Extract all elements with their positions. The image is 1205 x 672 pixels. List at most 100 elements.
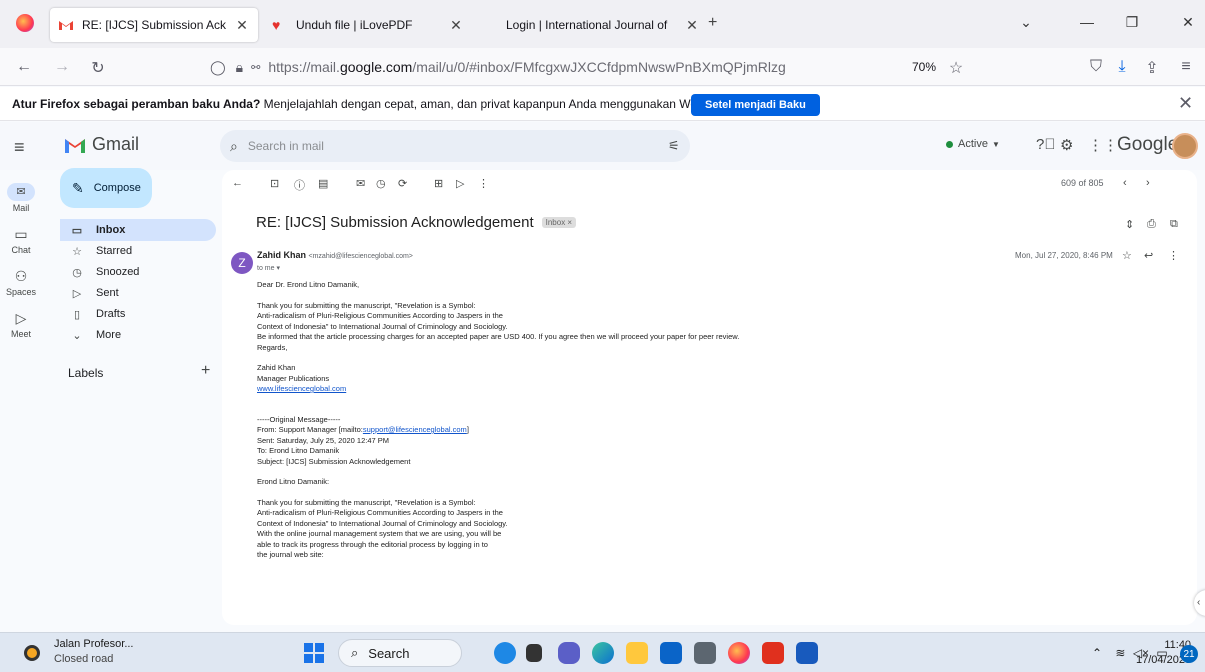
more-vert-icon[interactable]: ⋮ xyxy=(1168,249,1179,262)
sidebar-item-starred[interactable]: ☆ Starred xyxy=(60,240,216,262)
taskbar: Jalan Profesor... Closed road ⌕ Search ⌃… xyxy=(0,632,1205,672)
tab-title: Unduh file | iLovePDF xyxy=(296,18,413,32)
mark-unread-icon[interactable]: ✉ xyxy=(356,177,365,190)
report-spam-icon[interactable]: ⓘ xyxy=(294,177,305,193)
older-chevron-icon[interactable]: › xyxy=(1146,177,1150,189)
quoted-line: Subject: [IJCS] Submission Acknowledgeme… xyxy=(257,456,411,466)
wifi-icon[interactable]: ≋ xyxy=(1115,646,1125,660)
weather-alert-icon[interactable] xyxy=(24,645,40,661)
task-view-icon[interactable] xyxy=(526,644,542,662)
camera-icon[interactable] xyxy=(694,642,716,664)
more-options-icon[interactable]: ⋮ xyxy=(478,177,489,190)
shield-icon[interactable]: ◯ xyxy=(210,59,226,76)
website-link[interactable]: www.lifescienceglobal.com xyxy=(257,384,346,393)
sender-avatar[interactable]: Z xyxy=(231,252,253,274)
edge-icon[interactable] xyxy=(592,642,614,664)
pocket-icon[interactable]: ⛉ xyxy=(1086,58,1106,76)
bookmark-star-icon[interactable]: ☆ xyxy=(946,58,966,78)
notification-count-badge[interactable]: 21 xyxy=(1180,645,1198,663)
gmail-logo[interactable]: Gmail xyxy=(64,134,139,155)
rail-meet[interactable]: ▷ Meet xyxy=(0,310,42,339)
show-hidden-icons-chevron-icon[interactable]: ⌃ xyxy=(1092,646,1102,660)
expand-all-icon[interactable]: ⇕ xyxy=(1125,218,1134,231)
inbox-label-badge[interactable]: Inbox × xyxy=(541,217,577,228)
add-label-icon[interactable]: + xyxy=(201,362,210,380)
search-input[interactable]: ⌕ Search in mail xyxy=(220,130,690,162)
acrobat-icon[interactable] xyxy=(762,642,784,664)
close-tab-icon[interactable]: ✕ xyxy=(234,17,250,34)
sidebar-item-more[interactable]: ⌄ More xyxy=(60,324,216,346)
sidebar-item-sent[interactable]: ▷ Sent xyxy=(60,282,216,304)
apps-grid-icon[interactable]: ⋮⋮ xyxy=(1088,136,1118,154)
mail-app-icon[interactable] xyxy=(660,642,682,664)
close-tab-icon[interactable]: ✕ xyxy=(684,17,700,34)
compose-label: Compose xyxy=(93,182,141,194)
sidebar-item-drafts[interactable]: ▯ Drafts xyxy=(60,303,216,325)
status-indicator[interactable]: Active ▼ xyxy=(946,138,1000,150)
url-bar[interactable]: ◯ 🔒︎ ⚯ https://mail. google.com/mail/u/0/… xyxy=(210,53,960,81)
file-explorer-icon[interactable] xyxy=(626,642,648,664)
list-all-tabs-icon[interactable]: ⌄ xyxy=(1016,14,1036,31)
message-subject: RE: [IJCS] Submission Acknowledgement In… xyxy=(256,214,577,231)
sidebar-item-inbox[interactable]: ▭ Inbox xyxy=(60,219,216,241)
sender-name[interactable]: Zahid Khan xyxy=(257,250,306,260)
weather-widget[interactable]: Jalan Profesor... Closed road xyxy=(54,637,134,667)
star-icon[interactable]: ☆ xyxy=(1122,249,1132,262)
snooze-icon[interactable]: ◷ xyxy=(376,177,386,190)
newer-chevron-icon[interactable]: ‹ xyxy=(1123,177,1127,189)
help-icon[interactable]: ?⃝ xyxy=(1036,136,1056,153)
search-options-icon[interactable]: ⚟ xyxy=(668,138,680,154)
recipient-details[interactable]: to me ▾ xyxy=(257,264,280,272)
minimize-button[interactable]: — xyxy=(1077,14,1097,30)
settings-gear-icon[interactable]: ⚙ xyxy=(1060,136,1073,154)
rail-mail[interactable]: ✉ Mail xyxy=(0,182,42,213)
support-email-link[interactable]: support@lifescienceglobal.com xyxy=(363,425,467,434)
rail-spaces[interactable]: ⚇ Spaces xyxy=(0,268,42,297)
chat-app-icon[interactable] xyxy=(558,642,580,664)
rail-chat[interactable]: ▭ Chat xyxy=(0,226,42,255)
move-to-icon[interactable]: ⊞ xyxy=(434,177,443,190)
new-tab-button[interactable]: + xyxy=(708,14,717,32)
firefox-taskbar-icon[interactable] xyxy=(728,642,750,664)
rail-label: Mail xyxy=(12,203,30,213)
reload-icon[interactable]: ↻ xyxy=(88,58,108,78)
label-icon[interactable]: ▷ xyxy=(456,177,464,190)
download-icon[interactable]: ⤓ xyxy=(1112,58,1132,76)
body-line: Manager Publications xyxy=(257,373,330,383)
rail-label: Meet xyxy=(10,329,31,339)
tab-ilovepdf[interactable]: ♥ Unduh file | iLovePDF ✕ xyxy=(264,8,472,42)
print-icon[interactable]: ⎙ xyxy=(1147,218,1156,231)
word-icon[interactable] xyxy=(796,642,818,664)
compose-button[interactable]: ✎ Compose xyxy=(60,168,152,208)
delete-icon[interactable]: ▤ xyxy=(318,177,328,190)
back-to-inbox-icon[interactable]: ← xyxy=(232,177,243,189)
window-close-button[interactable]: ✕ xyxy=(1178,14,1198,31)
permissions-icon[interactable]: ⚯ xyxy=(251,61,260,74)
restore-button[interactable]: ❐ xyxy=(1122,14,1142,31)
forward-arrow-icon[interactable]: → xyxy=(52,58,72,76)
bing-icon[interactable] xyxy=(494,642,516,664)
add-to-tasks-icon[interactable]: ⟳ xyxy=(398,177,407,190)
set-default-button[interactable]: Setel menjadi Baku xyxy=(691,94,820,116)
firefox-icon[interactable] xyxy=(16,14,34,32)
windows-start-icon[interactable] xyxy=(304,643,324,663)
archive-icon[interactable]: ⊡ xyxy=(270,177,279,190)
share-icon[interactable]: ⇪ xyxy=(1142,58,1162,78)
account-avatar[interactable] xyxy=(1172,133,1198,159)
reply-icon[interactable]: ↩ xyxy=(1144,249,1153,262)
close-notification-icon[interactable]: ✕ xyxy=(1178,93,1193,114)
main-menu-icon[interactable]: ≡ xyxy=(14,137,25,158)
open-new-window-icon[interactable]: ⧉ xyxy=(1170,218,1178,231)
close-tab-icon[interactable]: ✕ xyxy=(448,17,464,34)
tab-active[interactable]: RE: [IJCS] Submission Acknowle ✕ xyxy=(50,8,258,42)
message-body: Dear Dr. Erond Litno Damanik, Thank you … xyxy=(257,280,957,561)
lock-icon[interactable]: 🔒︎ xyxy=(236,59,243,76)
menu-icon[interactable]: ≡ xyxy=(1176,58,1196,76)
back-arrow-icon[interactable]: ← xyxy=(14,58,34,76)
tab-ijcs-login[interactable]: Login | International Journal of ✕ xyxy=(478,8,708,42)
rail-label: Chat xyxy=(11,245,31,255)
zoom-indicator[interactable]: 70% xyxy=(912,60,936,74)
sidebar-item-snoozed[interactable]: ◷ Snoozed xyxy=(60,261,216,283)
search-icon[interactable]: ⌕ xyxy=(230,138,238,155)
taskbar-search[interactable]: ⌕ Search xyxy=(338,639,462,667)
